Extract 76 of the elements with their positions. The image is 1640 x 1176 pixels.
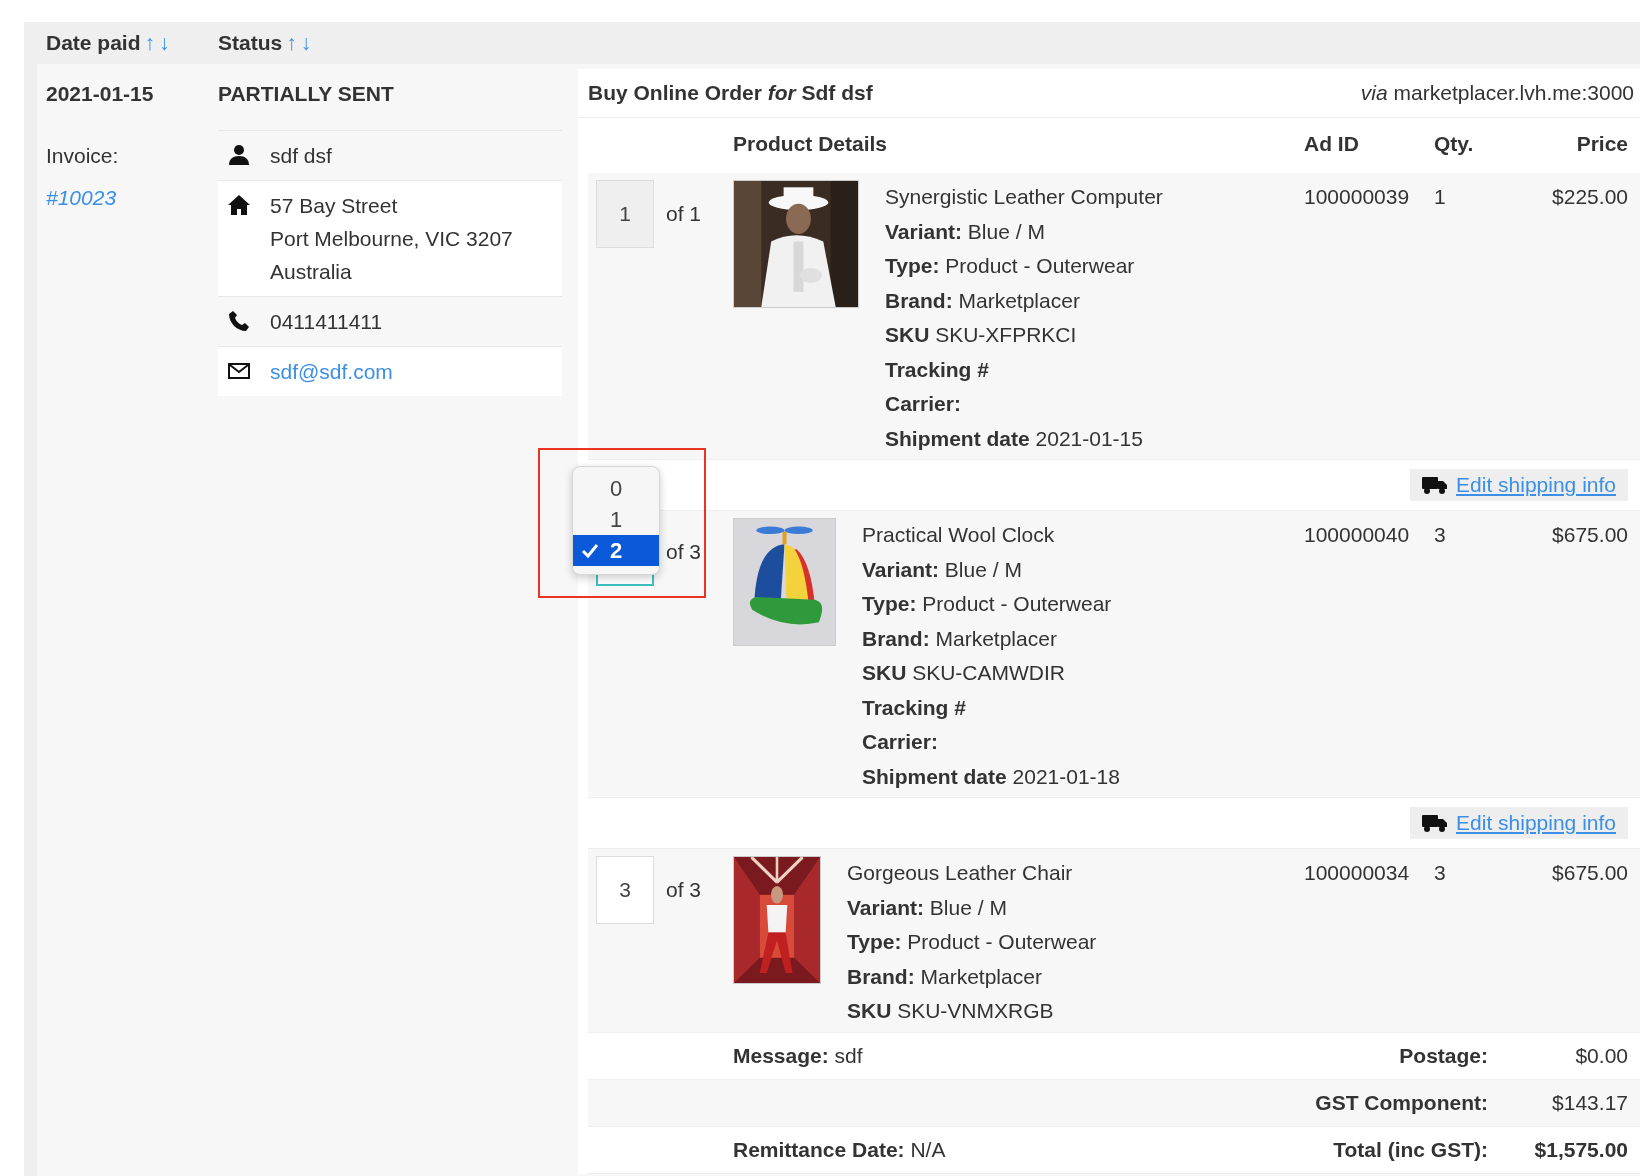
summary-amount: $0.00 xyxy=(1575,1043,1628,1067)
summary-amount: $143.17 xyxy=(1552,1090,1628,1114)
date-paid: 2021-01-15 xyxy=(46,81,155,107)
invoice-link[interactable]: #10023 xyxy=(46,181,117,215)
ad-id: 100000040 xyxy=(1304,523,1410,546)
phone-number: 0411411411 xyxy=(270,309,383,335)
product-detail: Tracking # xyxy=(862,694,967,721)
dropdown-option[interactable]: 1 xyxy=(573,504,659,535)
product-detail: Shipment date 2021-01-18 xyxy=(862,763,1121,790)
column-header: Product Details xyxy=(733,132,889,157)
invoice-label: Invoice: xyxy=(46,143,120,169)
sort-descending-link[interactable]: ↓ xyxy=(300,31,312,55)
product-detail: SKU SKU-CAMWDIR xyxy=(862,660,1066,686)
column-header: Price xyxy=(1575,132,1628,157)
column-header: Qty. xyxy=(1434,132,1475,157)
product-detail: Variant: Blue / M xyxy=(862,556,1023,583)
quantity-total: of 1 xyxy=(665,201,702,227)
truck-icon xyxy=(1422,813,1449,833)
product-detail: Variant: Blue / M xyxy=(847,894,1008,921)
product-detail: Type: Product - Outerwear xyxy=(847,929,1098,955)
quantity-total: of 3 xyxy=(665,539,702,565)
sort-ascending-link[interactable]: ↑ xyxy=(286,31,297,55)
product-detail: Type: Product - Outerwear xyxy=(862,591,1113,617)
order-source: via marketplacer.lvh.me:3000 xyxy=(1360,81,1634,105)
truck-icon xyxy=(1422,475,1449,495)
product-detail: SKU SKU-XFPRKCI xyxy=(885,322,1078,348)
check-icon xyxy=(581,543,599,559)
summary-label: GST Component: xyxy=(1315,1090,1488,1114)
summary-note: Message: sdf xyxy=(733,1043,863,1067)
product-detail: Carrier: xyxy=(862,729,939,755)
summary-label: Total (inc GST): xyxy=(1333,1137,1488,1161)
product-detail: Shipment date 2021-01-15 xyxy=(885,425,1144,452)
product-detail: Type: Product - Outerwear xyxy=(885,253,1136,279)
person-icon xyxy=(228,144,250,166)
price: $225.00 xyxy=(1552,185,1628,208)
envelope-icon xyxy=(228,360,250,382)
dropdown-option[interactable]: 2 xyxy=(573,535,659,566)
product-detail: Brand: Marketplacer xyxy=(862,625,1058,652)
phone-icon xyxy=(228,310,250,332)
order-title: Buy Online Order for Sdf dsf xyxy=(588,81,873,105)
quantity: 1 xyxy=(1434,185,1446,208)
summary-label: Postage: xyxy=(1399,1043,1488,1067)
column-header: Status xyxy=(218,31,283,55)
product-detail: Brand: Marketplacer xyxy=(847,963,1043,990)
column-header: Ad ID xyxy=(1304,132,1360,157)
address-line: 57 Bay Street xyxy=(270,193,399,219)
product-name: Practical Wool Clock xyxy=(862,522,1056,548)
summary-note: Remittance Date: N/A xyxy=(733,1137,946,1161)
edit-shipping-button[interactable]: Edit shipping info xyxy=(1410,807,1628,839)
quantity-total: of 3 xyxy=(665,877,702,903)
edit-shipping-button[interactable]: Edit shipping info xyxy=(1410,469,1628,501)
sort-ascending-link[interactable]: ↑ xyxy=(144,31,156,55)
order-status: PARTIALLY SENT xyxy=(218,81,395,107)
product-detail: Carrier: xyxy=(885,391,962,417)
quantity: 3 xyxy=(1434,523,1446,546)
product-detail: SKU SKU-VNMXRGB xyxy=(847,998,1055,1024)
column-header: Date paid xyxy=(46,31,141,55)
product-detail: Brand: Marketplacer xyxy=(885,287,1081,314)
product-name: Gorgeous Leather Chair xyxy=(847,860,1074,886)
customer-name: sdf dsf xyxy=(270,143,332,169)
product-name: Synergistic Leather Computer xyxy=(885,184,1164,210)
product-detail: Tracking # xyxy=(885,356,990,383)
house-icon xyxy=(228,194,250,216)
ad-id: 100000034 xyxy=(1304,861,1410,884)
dropdown-option[interactable]: 0 xyxy=(573,473,659,504)
email-link[interactable]: sdf@sdf.com xyxy=(270,355,393,388)
sort-descending-link[interactable]: ↓ xyxy=(159,31,170,55)
price: $675.00 xyxy=(1552,523,1628,546)
ad-id: 100000039 xyxy=(1304,185,1410,208)
address-line: Port Melbourne, VIC 3207 xyxy=(270,226,513,252)
product-detail: Variant: Blue / M xyxy=(885,218,1046,245)
address-line: Australia xyxy=(270,259,353,285)
summary-amount: $1,575.00 xyxy=(1534,1137,1628,1161)
quantity: 3 xyxy=(1434,861,1446,884)
quantity-field[interactable]: 3 xyxy=(596,856,654,924)
price: $675.00 xyxy=(1552,861,1628,884)
